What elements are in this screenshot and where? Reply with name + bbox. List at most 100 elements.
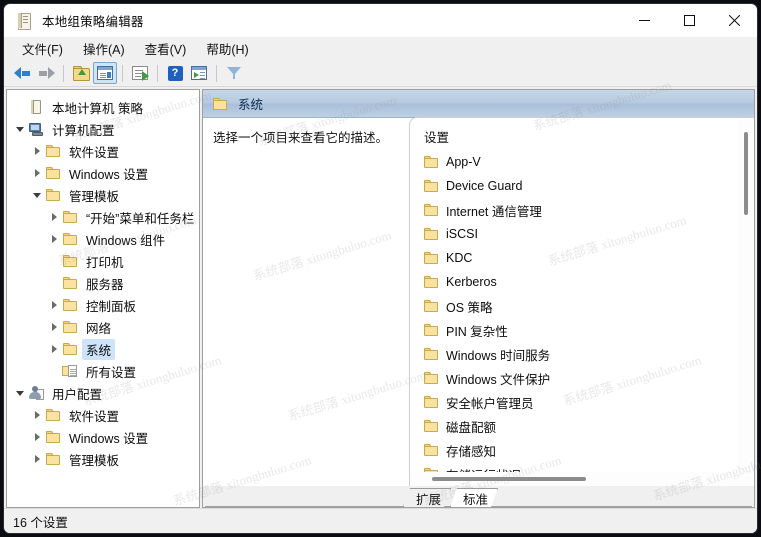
list-item[interactable]: 磁盘配额 [410, 414, 754, 438]
tree-item-label: 所有设置 [86, 365, 137, 380]
chevron-closed-icon[interactable] [30, 455, 44, 463]
tree-item-14[interactable]: 软件设置 [7, 404, 199, 426]
chevron-closed-icon[interactable] [30, 169, 44, 177]
menu-view[interactable]: 查看(V) [135, 36, 197, 62]
list-item[interactable]: Device Guard [410, 174, 754, 198]
list-item-label: 存储感知 [446, 444, 497, 459]
forward-arrow-icon[interactable] [34, 62, 58, 84]
tree-item-8[interactable]: 服务器 [7, 272, 199, 294]
list-item-label: 安全帐户管理员 [446, 396, 534, 411]
chevron-closed-icon[interactable] [47, 301, 61, 309]
policy-tree: 本地计算机 策略 计算机配置 软件设置 Windows 设置 管理模板 “开始”菜单和任务… [7, 90, 199, 470]
list-item-label: 磁盘配额 [446, 420, 497, 435]
tree-item-6[interactable]: Windows 组件 [7, 228, 199, 250]
folder-icon [44, 145, 62, 157]
tree-item-4[interactable]: 管理模板 [7, 184, 199, 206]
folder-icon [61, 277, 79, 289]
list-item[interactable]: Windows 时间服务 [410, 342, 754, 366]
list-item[interactable]: 存储感知 [410, 438, 754, 462]
toolbar-separator [157, 64, 158, 82]
list-item[interactable]: 安全帐户管理员 [410, 390, 754, 414]
folder-icon [61, 321, 79, 333]
tree-item-11[interactable]: 系统 [7, 338, 199, 360]
filter-icon[interactable] [222, 62, 246, 84]
tab-standard[interactable]: 标准 [450, 488, 498, 507]
chevron-closed-icon[interactable] [30, 147, 44, 155]
chevron-closed-icon[interactable] [30, 411, 44, 419]
folder-icon [61, 343, 79, 355]
menu-action[interactable]: 操作(A) [73, 36, 135, 62]
tree-item-label: Windows 设置 [69, 431, 149, 446]
menu-file[interactable]: 文件(F) [12, 36, 73, 62]
tree-item-16[interactable]: 管理模板 [7, 448, 199, 470]
list-item[interactable]: App-V [410, 150, 754, 174]
tree-item-label: Windows 组件 [86, 233, 166, 248]
list-item-label: App-V [446, 155, 481, 169]
list-item[interactable]: PIN 复杂性 [410, 318, 754, 342]
chevron-open-icon[interactable] [30, 193, 44, 198]
list-item[interactable]: Internet 通信管理 [410, 198, 754, 222]
tree-item-13[interactable]: 用户配置 [7, 382, 199, 404]
close-button[interactable] [712, 4, 757, 37]
tree-item-9[interactable]: 控制面板 [7, 294, 199, 316]
help-icon[interactable]: ? [163, 62, 187, 84]
status-text: 16 个设置 [13, 515, 68, 530]
tree-item-label: 打印机 [86, 255, 124, 270]
tab-extended[interactable]: 扩展 [403, 488, 451, 507]
console-tree-pane[interactable]: 本地计算机 策略 计算机配置 软件设置 Windows 设置 管理模板 “开始”菜单和任务… [6, 89, 200, 508]
minimize-button[interactable] [622, 4, 667, 37]
tree-item-5[interactable]: “开始”菜单和任务栏 [7, 206, 199, 228]
tree-item-label: 管理模板 [69, 453, 120, 468]
tree-item-1[interactable]: 计算机配置 [7, 118, 199, 140]
list-item[interactable]: Windows 文件保护 [410, 366, 754, 390]
tree-item-12[interactable]: 所有设置 [7, 360, 199, 382]
computer-icon [27, 122, 45, 136]
maximize-button[interactable] [667, 4, 712, 37]
chevron-closed-icon[interactable] [47, 323, 61, 331]
tree-item-label: 计算机配置 [52, 123, 115, 138]
tree-item-2[interactable]: 软件设置 [7, 140, 199, 162]
chevron-closed-icon[interactable] [47, 213, 61, 221]
settings-list: App-V Device Guard Internet 通信管理 iSCSI KDC Ke… [410, 150, 754, 486]
list-item[interactable]: iSCSI [410, 222, 754, 246]
app-window: 本地组策略编辑器 文件(F) 操作(A) 查看(V) 帮助(H) ? 本地计算机… [3, 3, 758, 534]
tree-item-0[interactable]: 本地计算机 策略 [7, 96, 199, 118]
horizontal-scrollbar[interactable] [410, 472, 738, 486]
toolbar: ? [4, 60, 757, 87]
results-header-title: 系统 [238, 98, 264, 112]
tab-extended-label: 扩展 [416, 492, 442, 507]
list-item[interactable]: Kerberos [410, 270, 754, 294]
tree-item-label: 本地计算机 策略 [52, 101, 143, 116]
list-item[interactable]: OS 策略 [410, 294, 754, 318]
vertical-scrollbar-thumb[interactable] [744, 132, 748, 215]
chevron-closed-icon[interactable] [30, 433, 44, 441]
tree-item-3[interactable]: Windows 设置 [7, 162, 199, 184]
list-item-label: Kerberos [446, 275, 497, 289]
show-hide-console-tree-icon[interactable] [93, 62, 117, 84]
tree-item-15[interactable]: Windows 设置 [7, 426, 199, 448]
chevron-open-icon[interactable] [13, 127, 27, 132]
list-item[interactable]: KDC [410, 246, 754, 270]
tree-item-7[interactable]: 打印机 [7, 250, 199, 272]
menu-help[interactable]: 帮助(H) [196, 36, 258, 62]
chevron-closed-icon[interactable] [47, 235, 61, 243]
horizontal-scrollbar-thumb[interactable] [432, 477, 586, 481]
up-one-level-icon[interactable] [69, 62, 93, 84]
folder-icon [61, 299, 79, 311]
export-list-icon[interactable] [128, 62, 152, 84]
settings-list-pane[interactable]: 设置 App-V Device Guard Internet 通信管理 iSCSI KD… [409, 117, 754, 486]
tree-item-label: 服务器 [86, 277, 124, 292]
list-item-label: Windows 文件保护 [446, 372, 551, 387]
chevron-closed-icon[interactable] [47, 345, 61, 353]
tree-item-10[interactable]: 网络 [7, 316, 199, 338]
folder-icon [44, 409, 62, 421]
tree-item-label: 用户配置 [52, 387, 103, 402]
menu-bar: 文件(F) 操作(A) 查看(V) 帮助(H) [4, 37, 757, 60]
status-bar: 16 个设置 [4, 508, 757, 533]
back-arrow-icon[interactable] [10, 62, 34, 84]
title-bar: 本地组策略编辑器 [4, 4, 757, 37]
chevron-open-icon[interactable] [13, 391, 27, 396]
vertical-scrollbar[interactable] [738, 118, 754, 486]
show-hide-action-pane-icon[interactable] [187, 62, 211, 84]
list-item-label: PIN 复杂性 [446, 324, 508, 339]
